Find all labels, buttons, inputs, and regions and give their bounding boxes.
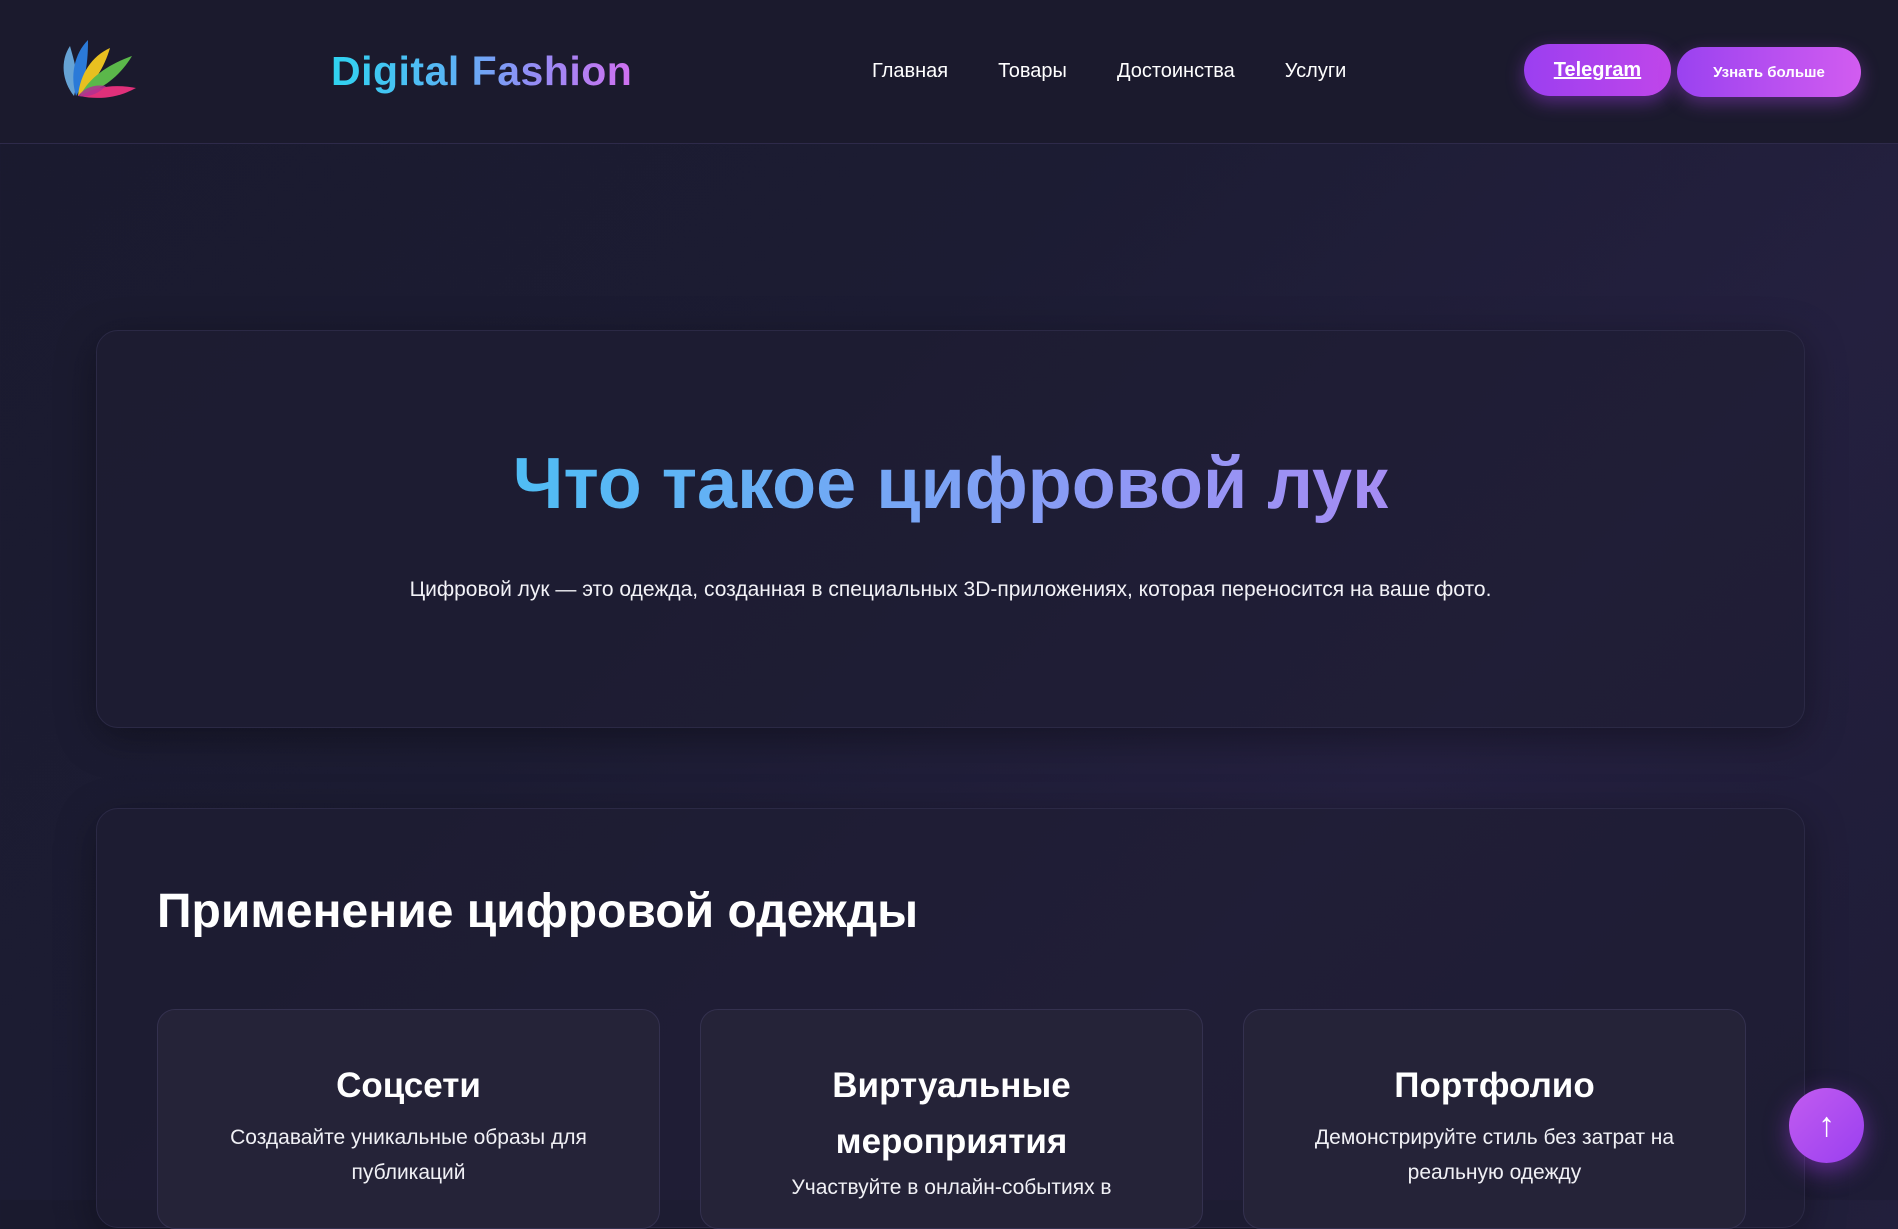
card-title: Виртуальные мероприятия: [832, 1066, 1071, 1161]
site-header: Digital Fashion Главная Товары Достоинст…: [0, 0, 1898, 144]
arrow-up-icon: ↑: [1818, 1106, 1835, 1144]
card-title: Портфолио: [1394, 1066, 1595, 1105]
nav-link-services[interactable]: Услуги: [1285, 60, 1347, 83]
section-title: Применение цифровой одежды: [157, 885, 919, 938]
nav-link-products[interactable]: Товары: [998, 60, 1067, 83]
nav-link-advantages[interactable]: Достоинства: [1117, 60, 1235, 83]
telegram-button[interactable]: Telegram: [1524, 44, 1671, 96]
nav-link-home[interactable]: Главная: [872, 60, 948, 83]
brand-name[interactable]: Digital Fashion: [331, 48, 632, 95]
applications-section: Применение цифровой одежды Соцсети Созда…: [96, 808, 1805, 1229]
hero-title: Что такое цифровой лук: [97, 443, 1804, 525]
card-title: Соцсети: [336, 1066, 481, 1105]
card-description: Создавайте уникальные образы для публика…: [230, 1126, 587, 1184]
main-nav: Главная Товары Достоинства Услуги: [872, 60, 1346, 83]
hero-section: Что такое цифровой лук Цифровой лук — эт…: [96, 330, 1805, 728]
scroll-to-top-button[interactable]: ↑: [1789, 1088, 1864, 1163]
logo-icon[interactable]: [60, 26, 140, 101]
application-card-social[interactable]: Соцсети Создавайте уникальные образы для…: [157, 1009, 660, 1229]
application-card-virtual-events[interactable]: Виртуальные мероприятия Участвуйте в онл…: [700, 1009, 1203, 1229]
learn-more-button[interactable]: Узнать больше: [1677, 47, 1861, 97]
application-card-portfolio[interactable]: Портфолио Демонстрируйте стиль без затра…: [1243, 1009, 1746, 1229]
card-description: Демонстрируйте стиль без затрат на реаль…: [1314, 1126, 1675, 1184]
hero-subtitle: Цифровой лук — это одежда, созданная в с…: [409, 578, 1492, 601]
